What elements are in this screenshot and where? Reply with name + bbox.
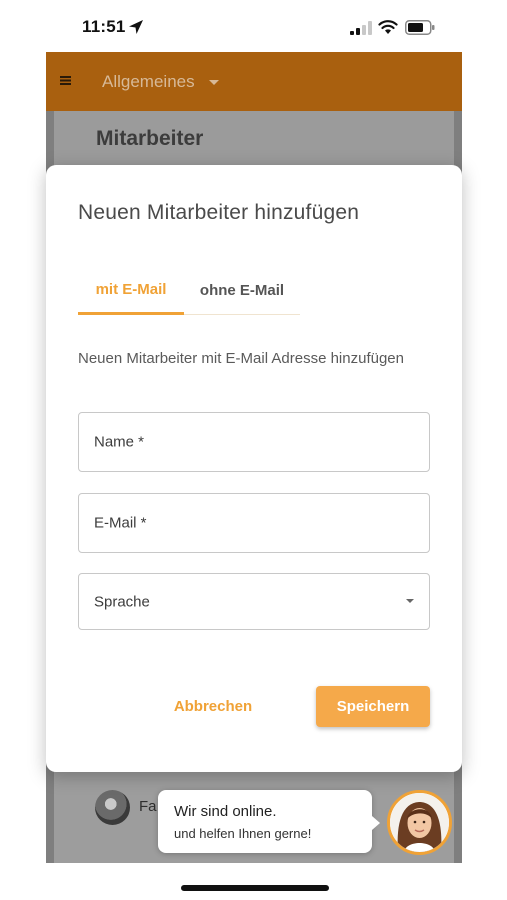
support-agent-avatar[interactable] [387, 790, 452, 855]
tab-without-email[interactable]: ohne E-Mail [184, 266, 300, 315]
cancel-button[interactable]: Abbrechen [158, 686, 268, 726]
home-indicator [181, 885, 329, 891]
list-item-name: Fa [139, 798, 157, 815]
tab-with-email[interactable]: mit E-Mail [78, 266, 184, 315]
app-header: Allgemeines [46, 52, 462, 111]
chevron-down-icon [208, 79, 219, 85]
wifi-icon [378, 20, 398, 34]
chat-title: Wir sind online. [174, 803, 277, 820]
hamburger-menu-icon[interactable] [60, 75, 71, 86]
battery-icon [405, 20, 435, 35]
chat-bubble[interactable]: Wir sind online. und helfen Ihnen gerne! [158, 790, 380, 853]
name-field-label: Name * [94, 433, 145, 451]
email-field-label: E-Mail * [94, 514, 147, 532]
chevron-down-icon [406, 599, 414, 603]
language-select[interactable]: Sprache [78, 573, 430, 630]
location-arrow-icon [129, 20, 143, 34]
avatar [95, 790, 130, 825]
save-button[interactable]: Speichern [316, 686, 430, 727]
status-time: 11:51 [82, 17, 126, 36]
phone-screen: 11:51 Allgemeines Mitarbeiter Fa Neuen M… [0, 0, 507, 900]
tab-bar: mit E-Mail ohne E-Mail [78, 266, 300, 315]
chat-subtitle: und helfen Ihnen gerne! [174, 826, 312, 841]
page-title: Mitarbeiter [96, 127, 204, 150]
module-select-value: Allgemeines [102, 72, 195, 91]
name-field[interactable]: Name * [78, 412, 430, 472]
module-select[interactable]: Allgemeines [102, 70, 219, 94]
language-select-label: Sprache [94, 593, 150, 610]
add-employee-dialog: Neuen Mitarbeiter hinzufügen mit E-Mail … [46, 165, 462, 772]
dialog-title: Neuen Mitarbeiter hinzufügen [78, 201, 360, 224]
cellular-signal-icon [350, 21, 372, 35]
status-bar: 11:51 [0, 0, 507, 52]
email-field[interactable]: E-Mail * [78, 493, 430, 553]
dialog-description: Neuen Mitarbeiter mit E-Mail Adresse hin… [78, 350, 404, 367]
agent-portrait-icon [390, 793, 449, 852]
